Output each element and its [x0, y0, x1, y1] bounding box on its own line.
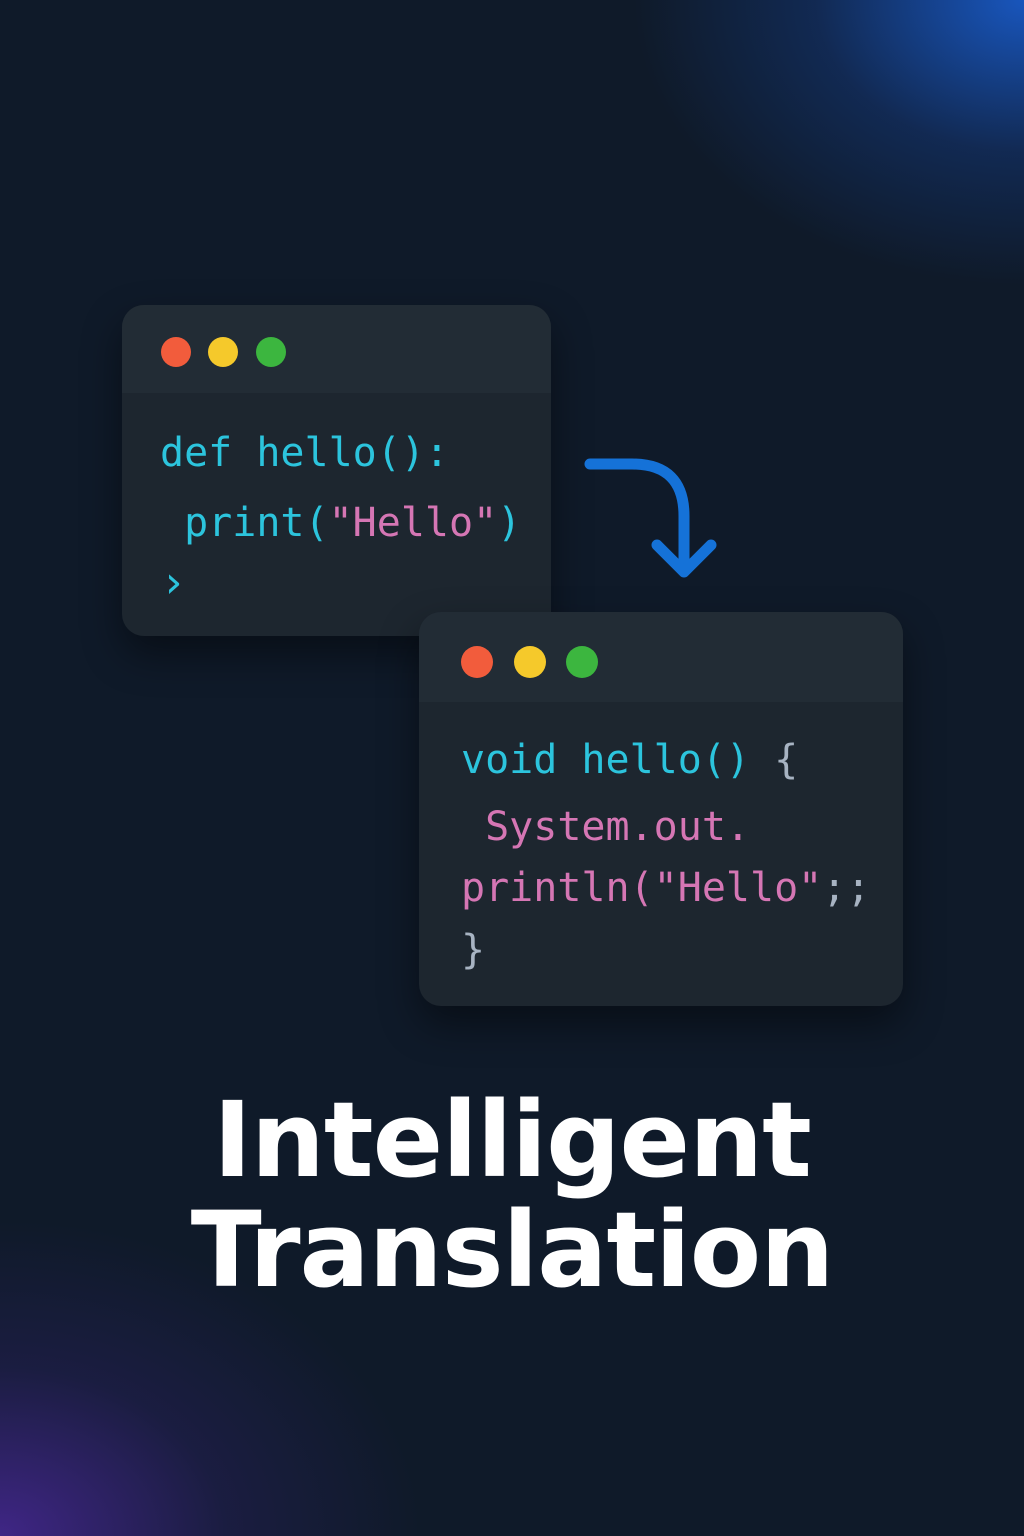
java-println-call: println("Hello": [461, 865, 823, 911]
java-line-signature: void hello() {: [461, 740, 798, 780]
java-close-brace: }: [461, 927, 486, 973]
java-line-println: println("Hello";;: [461, 868, 870, 908]
java-semicolons: ;;: [822, 865, 871, 911]
java-line-system-out: System.out.: [461, 804, 750, 850]
heading-line-2: Translation: [190, 1189, 835, 1311]
java-open-brace: {: [749, 737, 799, 783]
minimize-dot-icon[interactable]: [514, 646, 546, 678]
heading-line-1: Intelligent: [213, 1079, 812, 1201]
maximize-dot-icon[interactable]: [566, 646, 598, 678]
target-code-window: void hello() { System.out. println("Hell…: [419, 612, 903, 1006]
java-method-signature: void hello(): [461, 737, 750, 783]
close-dot-icon[interactable]: [461, 646, 493, 678]
target-window-titlebar: [419, 612, 903, 702]
